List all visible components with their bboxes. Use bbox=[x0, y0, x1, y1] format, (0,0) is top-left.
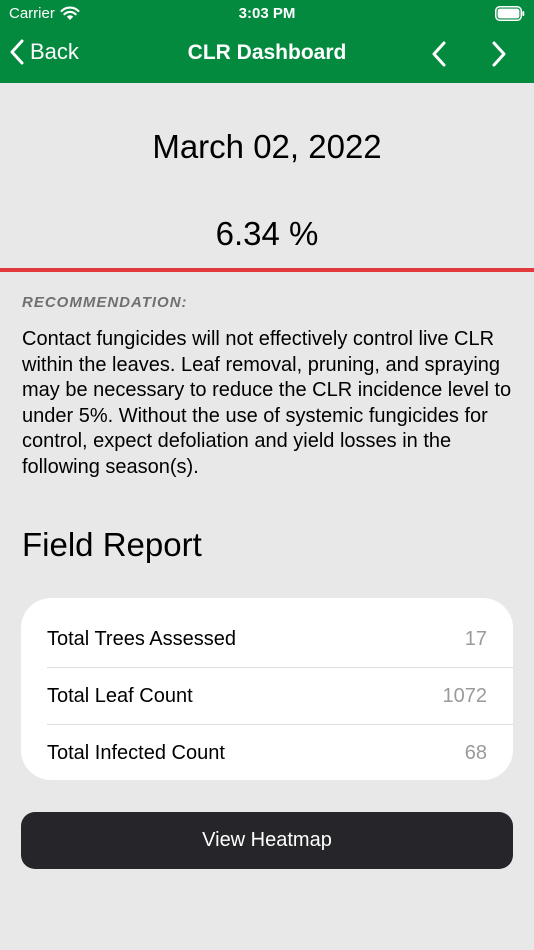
chevron-left-icon bbox=[432, 41, 446, 67]
table-row: Total Infected Count 68 bbox=[47, 725, 513, 780]
row-value: 68 bbox=[464, 742, 487, 764]
incidence-percentage: 6.34 % bbox=[215, 215, 319, 252]
report-date: March 02, 2022 bbox=[152, 128, 382, 165]
view-heatmap-button[interactable]: View Heatmap bbox=[21, 812, 513, 869]
recommendation-text: Contact fungicides will not effectively … bbox=[22, 328, 512, 478]
row-value: 17 bbox=[464, 628, 487, 650]
alert-divider bbox=[0, 268, 534, 272]
next-button[interactable] bbox=[484, 38, 514, 70]
row-label: Total Leaf Count bbox=[47, 685, 193, 707]
field-report-card: Total Trees Assessed 17 Total Leaf Count… bbox=[21, 598, 513, 780]
status-bar: Carrier 3:03 PM bbox=[0, 0, 534, 28]
field-report-heading: Field Report bbox=[22, 526, 202, 563]
recommendation-label: RECOMMENDATION: bbox=[22, 294, 188, 311]
row-label: Total Trees Assessed bbox=[47, 628, 236, 650]
table-row: Total Leaf Count 1072 bbox=[47, 668, 513, 725]
header: Carrier 3:03 PM Back CLR Dashboard bbox=[0, 0, 534, 83]
row-value: 1072 bbox=[442, 685, 488, 707]
battery-icon bbox=[495, 6, 525, 21]
status-time: 3:03 PM bbox=[238, 5, 296, 22]
chevron-right-icon bbox=[492, 41, 506, 67]
table-row: Total Trees Assessed 17 bbox=[47, 611, 513, 668]
row-label: Total Infected Count bbox=[47, 742, 225, 764]
navigation-bar: Back CLR Dashboard bbox=[0, 28, 534, 83]
previous-button[interactable] bbox=[424, 38, 454, 70]
